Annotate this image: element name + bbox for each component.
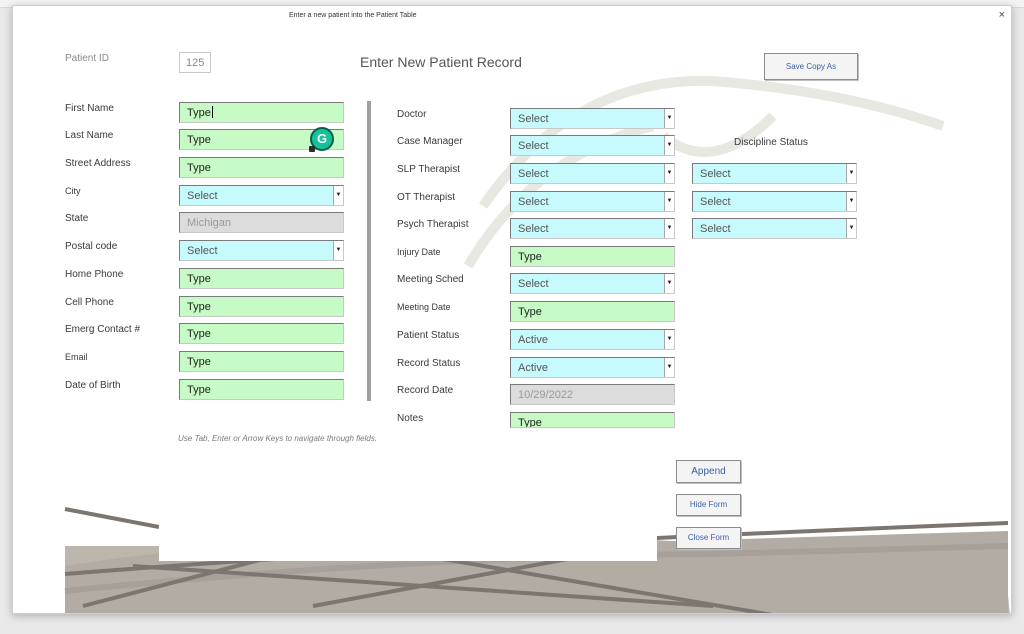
ot-therapist-value: Select bbox=[518, 196, 549, 208]
discipline-status-dropdown-2[interactable]: Select ▼ bbox=[692, 191, 857, 212]
close-form-button[interactable]: Close Form bbox=[676, 527, 741, 549]
state-label: State bbox=[65, 213, 89, 224]
record-date-label: Record Date bbox=[397, 385, 454, 396]
psych-therapist-value: Select bbox=[518, 223, 549, 235]
chevron-down-icon[interactable]: ▼ bbox=[333, 241, 343, 260]
chevron-down-icon[interactable]: ▼ bbox=[664, 192, 674, 211]
ot-therapist-label: OT Therapist bbox=[397, 192, 455, 203]
discipline-status-value: Select bbox=[700, 223, 731, 235]
cell-phone-field[interactable]: Type bbox=[179, 296, 344, 317]
patient-id-field[interactable]: 125 bbox=[179, 52, 211, 73]
home-phone-field[interactable]: Type bbox=[179, 268, 344, 289]
date-of-birth-label: Date of Birth bbox=[65, 380, 121, 391]
text-cursor bbox=[212, 106, 213, 118]
case-manager-value: Select bbox=[518, 140, 549, 152]
meeting-date-label: Meeting Date bbox=[397, 302, 451, 312]
city-dropdown[interactable]: Select ▼ bbox=[179, 185, 344, 206]
city-label: City bbox=[65, 186, 81, 196]
navigation-hint: Use Tab, Enter or Arrow Keys to navigate… bbox=[178, 434, 378, 443]
home-phone-label: Home Phone bbox=[65, 269, 124, 280]
email-label: Email bbox=[65, 352, 88, 362]
hide-form-button[interactable]: Hide Form bbox=[676, 494, 741, 516]
chevron-down-icon[interactable]: ▼ bbox=[664, 274, 674, 293]
patient-status-value: Active bbox=[518, 334, 548, 346]
grammarly-icon[interactable]: G bbox=[309, 127, 334, 152]
street-address-label: Street Address bbox=[65, 158, 131, 169]
append-button[interactable]: Append bbox=[676, 460, 741, 483]
emerg-contact-label: Emerg Contact # bbox=[65, 324, 141, 335]
window-title: Enter a new patient into the Patient Tab… bbox=[289, 12, 417, 19]
column-divider bbox=[367, 101, 371, 401]
chevron-down-icon[interactable]: ▼ bbox=[664, 164, 674, 183]
window-titlebar: Enter a new patient into the Patient Tab… bbox=[13, 6, 1011, 26]
notes-label: Notes bbox=[397, 413, 424, 424]
slp-therapist-value: Select bbox=[518, 168, 549, 180]
city-value: Select bbox=[187, 190, 218, 202]
slp-therapist-dropdown[interactable]: Select ▼ bbox=[510, 163, 675, 184]
discipline-status-dropdown-3[interactable]: Select ▼ bbox=[692, 218, 857, 239]
postal-code-dropdown[interactable]: Select ▼ bbox=[179, 240, 344, 261]
doctor-value: Select bbox=[518, 113, 549, 125]
chevron-down-icon[interactable]: ▼ bbox=[846, 219, 856, 238]
emerg-contact-field[interactable]: Type bbox=[179, 323, 344, 344]
meeting-sched-value: Select bbox=[518, 278, 549, 290]
chevron-down-icon[interactable]: ▼ bbox=[846, 192, 856, 211]
form-heading: Enter New Patient Record bbox=[360, 54, 522, 70]
chevron-down-icon[interactable]: ▼ bbox=[664, 219, 674, 238]
email-field[interactable]: Type bbox=[179, 351, 344, 372]
case-manager-dropdown[interactable]: Select ▼ bbox=[510, 135, 675, 156]
psych-therapist-label: Psych Therapist bbox=[397, 219, 469, 230]
chevron-down-icon[interactable]: ▼ bbox=[664, 358, 674, 377]
last-name-label: Last Name bbox=[65, 130, 114, 141]
state-field: Michigan bbox=[179, 212, 344, 233]
chevron-down-icon[interactable]: ▼ bbox=[333, 186, 343, 205]
slp-therapist-label: SLP Therapist bbox=[397, 164, 461, 175]
discipline-status-value: Select bbox=[700, 168, 731, 180]
ot-therapist-dropdown[interactable]: Select ▼ bbox=[510, 191, 675, 212]
meeting-sched-dropdown[interactable]: Select ▼ bbox=[510, 273, 675, 294]
postal-code-label: Postal code bbox=[65, 241, 118, 252]
meeting-date-field[interactable]: Type bbox=[510, 301, 675, 322]
doctor-dropdown[interactable]: Select ▼ bbox=[510, 108, 675, 129]
chevron-down-icon[interactable]: ▼ bbox=[664, 109, 674, 128]
chevron-down-icon[interactable]: ▼ bbox=[664, 330, 674, 349]
meeting-sched-label: Meeting Sched bbox=[397, 274, 464, 285]
first-name-field[interactable]: Type bbox=[179, 102, 344, 123]
injury-date-label: Injury Date bbox=[397, 247, 441, 257]
chevron-down-icon[interactable]: ▼ bbox=[664, 136, 674, 155]
psych-therapist-dropdown[interactable]: Select ▼ bbox=[510, 218, 675, 239]
patient-status-dropdown[interactable]: Active ▼ bbox=[510, 329, 675, 350]
doctor-label: Doctor bbox=[397, 109, 427, 120]
patient-status-label: Patient Status bbox=[397, 330, 460, 341]
cell-phone-label: Cell Phone bbox=[65, 297, 114, 308]
first-name-label: First Name bbox=[65, 103, 114, 114]
postal-code-value: Select bbox=[187, 245, 218, 257]
record-status-value: Active bbox=[518, 362, 548, 374]
record-status-dropdown[interactable]: Active ▼ bbox=[510, 357, 675, 378]
record-status-label: Record Status bbox=[397, 358, 461, 369]
close-icon[interactable]: × bbox=[999, 8, 1005, 22]
injury-date-field[interactable]: Type bbox=[510, 246, 675, 267]
patient-entry-dialog: Enter a new patient into the Patient Tab… bbox=[12, 5, 1012, 614]
save-copy-as-button[interactable]: Save Copy As bbox=[764, 53, 858, 80]
discipline-status-label: Discipline Status bbox=[734, 137, 808, 148]
discipline-status-dropdown-1[interactable]: Select ▼ bbox=[692, 163, 857, 184]
chevron-down-icon[interactable]: ▼ bbox=[846, 164, 856, 183]
notes-field[interactable]: Type bbox=[510, 412, 675, 428]
date-of-birth-field[interactable]: Type bbox=[179, 379, 344, 400]
discipline-status-value: Select bbox=[700, 196, 731, 208]
case-manager-label: Case Manager bbox=[397, 136, 463, 147]
street-address-field[interactable]: Type bbox=[179, 157, 344, 178]
patient-id-label: Patient ID bbox=[65, 53, 109, 64]
record-date-field: 10/29/2022 bbox=[510, 384, 675, 405]
